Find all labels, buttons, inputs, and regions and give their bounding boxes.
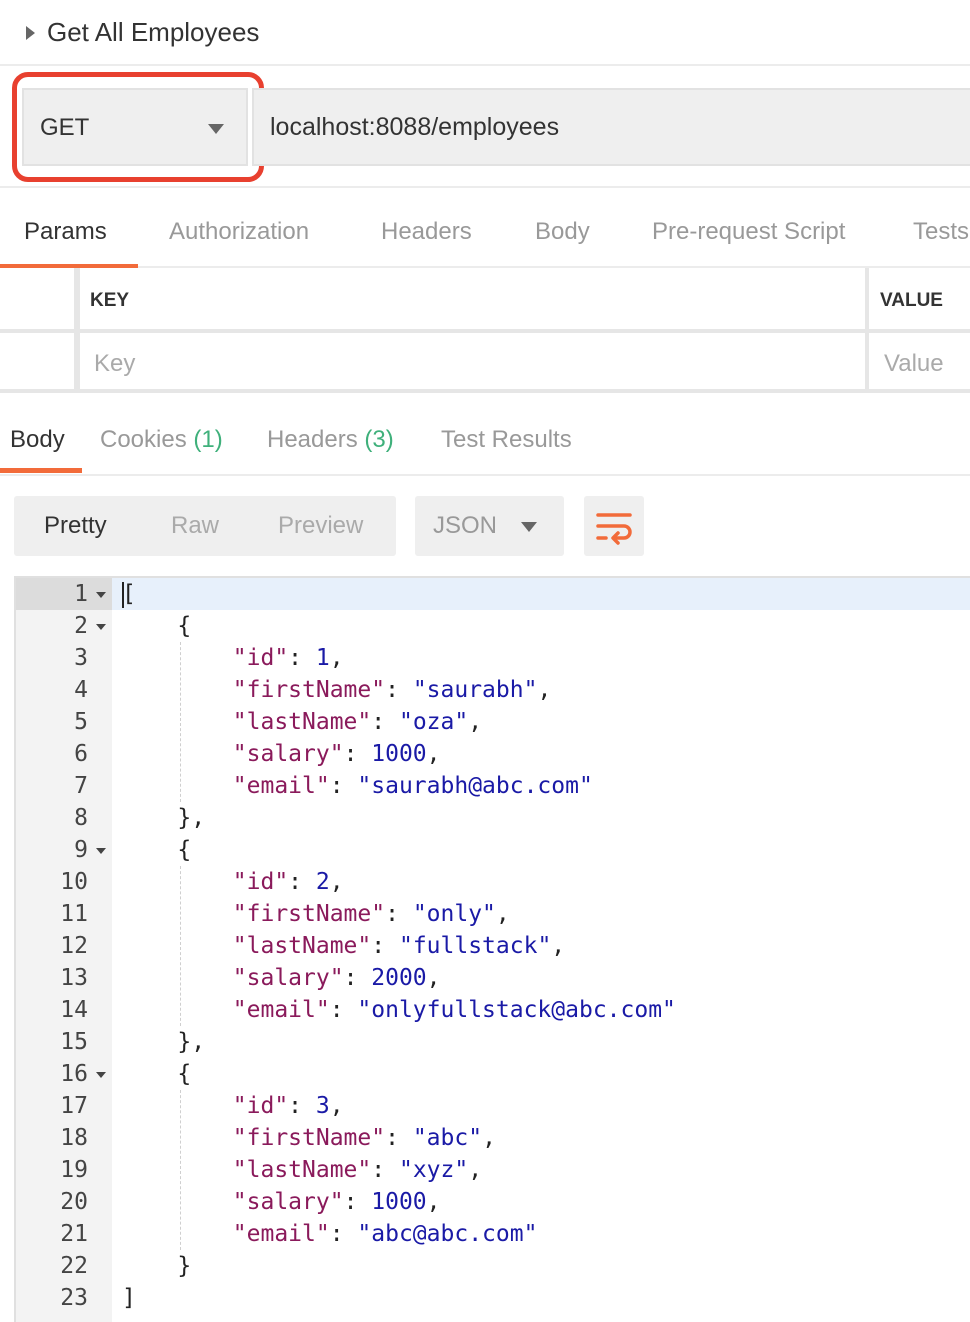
- line-number: 11: [60, 901, 88, 927]
- code-line: ]: [122, 1285, 136, 1311]
- collapse-caret-icon[interactable]: [26, 26, 35, 40]
- line-number: 14: [60, 997, 88, 1023]
- line-number: 15: [60, 1029, 88, 1055]
- tab-headers-label: Headers: [267, 426, 358, 453]
- method-label: GET: [40, 114, 90, 141]
- line-number: 20: [60, 1189, 88, 1215]
- code-line: "salary": 1000,: [232, 1189, 441, 1215]
- preview-button[interactable]: Preview: [278, 512, 363, 540]
- request-title-bar: Get All Employees: [0, 0, 970, 66]
- table-divider: [0, 329, 970, 333]
- tab-cookies-label: Cookies: [100, 426, 187, 453]
- line-number: 21: [60, 1221, 88, 1247]
- code-line: "lastName": "xyz",: [232, 1157, 483, 1183]
- response-format-label: JSON: [433, 512, 498, 539]
- line-number: 19: [60, 1157, 88, 1183]
- tab-response-headers[interactable]: Headers (3): [267, 426, 394, 454]
- table-divider: [865, 268, 869, 393]
- tab-headers[interactable]: Headers: [381, 218, 472, 246]
- active-line-highlight: [16, 578, 970, 610]
- headers-count-badge: (3): [364, 426, 394, 453]
- response-format-select[interactable]: JSON: [415, 496, 564, 556]
- text-cursor: [122, 582, 124, 608]
- chevron-down-icon: [521, 522, 537, 532]
- line-number: 4: [74, 677, 88, 703]
- code-line: "salary": 1000,: [232, 741, 441, 767]
- param-key-input[interactable]: Key: [94, 350, 135, 378]
- response-body-editor[interactable]: 1 2 3 4 5 6 7 8 9 10 11 12 13 14 15 16 17 18 19 20 21 22 23 [ …: [14, 576, 970, 1322]
- chevron-down-icon: [208, 124, 224, 134]
- code-line: "id": 3,: [232, 1093, 344, 1119]
- line-number: 6: [74, 741, 88, 767]
- tab-cookies[interactable]: Cookies (1): [100, 426, 223, 454]
- code-line: }: [122, 1253, 192, 1279]
- line-number: 13: [60, 965, 88, 991]
- response-tabs: Body Cookies (1) Headers (3) Test Result…: [0, 400, 970, 476]
- wrap-lines-button[interactable]: [584, 496, 644, 556]
- request-tabs: Params Authorization Headers Body Pre-re…: [0, 190, 970, 268]
- param-value-input[interactable]: Value: [884, 350, 944, 378]
- code-line: {: [122, 613, 192, 639]
- line-number: 10: [60, 869, 88, 895]
- line-number: 16: [60, 1061, 88, 1087]
- pretty-button[interactable]: Pretty: [44, 512, 107, 540]
- tab-pre-request-script[interactable]: Pre-request Script: [652, 218, 845, 246]
- code-line: "email": "abc@abc.com": [232, 1221, 538, 1247]
- tab-authorization[interactable]: Authorization: [169, 218, 309, 246]
- code-line: "firstName": "abc",: [232, 1125, 496, 1151]
- code-line: },: [122, 1029, 206, 1055]
- line-number: 18: [60, 1125, 88, 1151]
- cookies-count-badge: (1): [193, 426, 223, 453]
- url-input[interactable]: [252, 88, 970, 166]
- params-key-header: KEY: [90, 290, 130, 311]
- table-divider: [74, 268, 80, 393]
- wrap-lines-icon: [596, 513, 632, 545]
- fold-toggle-icon[interactable]: [96, 624, 106, 630]
- method-select[interactable]: GET: [22, 88, 248, 166]
- code-line: {: [122, 837, 192, 863]
- code-line: {: [122, 1061, 192, 1087]
- params-value-header: VALUE: [880, 290, 943, 311]
- line-number: 7: [74, 773, 88, 799]
- code-line: "id": 2,: [232, 869, 344, 895]
- line-number: 9: [74, 837, 88, 863]
- code-line: "id": 1,: [232, 645, 344, 671]
- fold-toggle-icon[interactable]: [96, 848, 106, 854]
- tab-body[interactable]: Body: [535, 218, 590, 246]
- code-line: "lastName": "oza",: [232, 709, 483, 735]
- table-divider: [0, 389, 970, 393]
- line-number: 2: [74, 613, 88, 639]
- code-line: [: [122, 581, 136, 607]
- tab-test-results[interactable]: Test Results: [441, 426, 572, 454]
- code-line: "lastName": "fullstack",: [232, 933, 566, 959]
- fold-toggle-icon[interactable]: [96, 1072, 106, 1078]
- fold-toggle-icon[interactable]: [96, 592, 106, 598]
- active-tab-underline: [0, 264, 138, 268]
- request-title[interactable]: Get All Employees: [47, 17, 259, 48]
- code-line: "firstName": "saurabh",: [232, 677, 552, 703]
- format-toggle-group: Pretty Raw Preview: [14, 496, 396, 556]
- line-number: 23: [60, 1285, 88, 1311]
- line-number: 1: [74, 581, 88, 607]
- tab-params[interactable]: Params: [24, 218, 107, 246]
- line-number: 5: [74, 709, 88, 735]
- line-number: 12: [60, 933, 88, 959]
- code-line: },: [122, 805, 206, 831]
- line-number: 17: [60, 1093, 88, 1119]
- code-line: "salary": 2000,: [232, 965, 441, 991]
- tab-response-body[interactable]: Body: [10, 426, 65, 454]
- line-number: 8: [74, 805, 88, 831]
- raw-button[interactable]: Raw: [171, 512, 219, 540]
- line-number: 22: [60, 1253, 88, 1279]
- code-line: "firstName": "only",: [232, 901, 510, 927]
- tab-tests[interactable]: Tests: [913, 218, 969, 246]
- line-number: 3: [74, 645, 88, 671]
- code-line: "email": "onlyfullstack@abc.com": [232, 997, 676, 1023]
- active-tab-underline: [0, 468, 82, 473]
- code-line: "email": "saurabh@abc.com": [232, 773, 593, 799]
